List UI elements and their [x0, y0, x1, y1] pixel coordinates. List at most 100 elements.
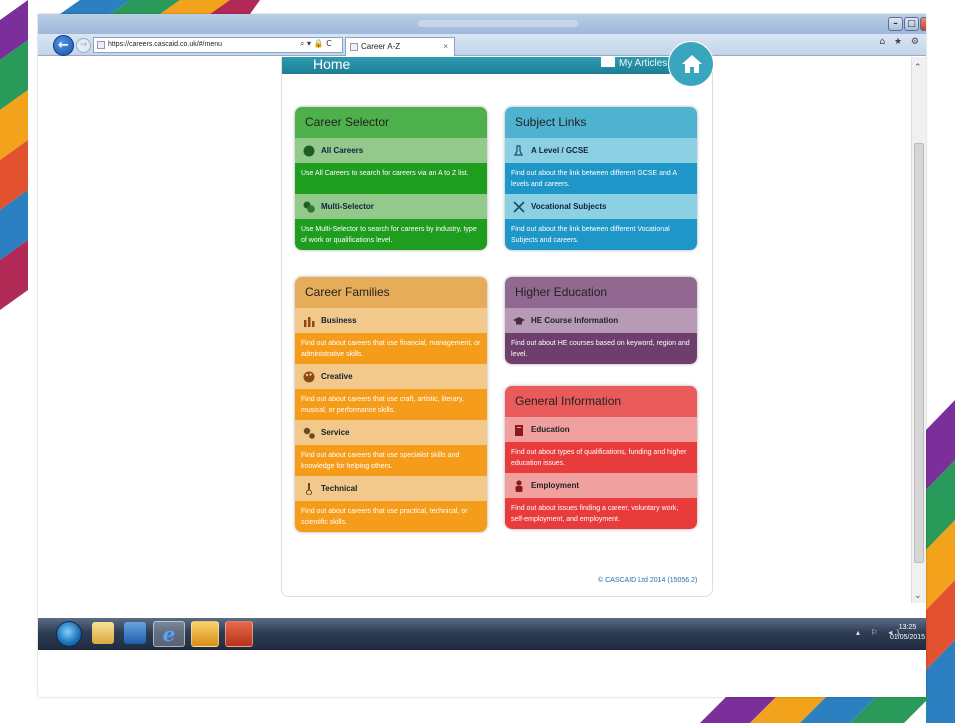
menu-item-employment[interactable]: Employment: [505, 473, 697, 498]
media-player-icon[interactable]: [124, 622, 146, 644]
url-tools-icons[interactable]: ⌕ ▾ 🔒 C: [300, 37, 332, 51]
menu-item-label: Technical: [321, 484, 358, 493]
taskbar-clock[interactable]: 13:25 01/05/2015: [890, 623, 925, 643]
menu-item-description: Find out about careers that use practica…: [295, 501, 487, 532]
page-scrollbar[interactable]: ⌃ ⌄: [911, 57, 926, 603]
menu-item-label: Service: [321, 428, 350, 437]
card-career-selector: Career Selector All Careers Use All Career…: [295, 107, 487, 250]
internet-explorer-icon[interactable]: e: [153, 621, 185, 647]
right-stripe-decoration: [926, 400, 955, 723]
card-higher-education: Higher Education HE Course Information Fin…: [505, 277, 697, 364]
tab-close-icon[interactable]: ×: [443, 38, 448, 55]
outlook-icon[interactable]: [191, 621, 219, 647]
menu-item-he-course-information[interactable]: HE Course Information: [505, 308, 697, 333]
clock-time: 13:25: [898, 624, 917, 631]
menu-item-description: Find out about types of qualifications, …: [505, 442, 697, 473]
menu-item-label: Employment: [531, 481, 580, 490]
clock-date: 01/05/2015: [890, 634, 926, 641]
window-title-blur: [418, 20, 578, 27]
web-page: Home My Articles Career Selector All Care…: [38, 41, 926, 603]
minimize-button[interactable]: –: [888, 17, 903, 31]
menu-item-label: Education: [531, 425, 570, 434]
card-title: Career Selector: [295, 107, 487, 138]
browser-toolbar-icons[interactable]: ⌂ ★ ⚙: [879, 37, 922, 47]
tab-title: Career A-Z: [361, 42, 401, 51]
menu-item-label: HE Course Information: [531, 316, 619, 325]
menu-item-description: Find out about the link between differen…: [505, 219, 697, 250]
windows-taskbar: e ▴ ⚐ ◂) 13:25 01/05/2015: [38, 618, 926, 650]
maximize-button[interactable]: □: [904, 17, 919, 31]
top-stripe-decoration: [60, 0, 260, 14]
home-bar: Home My Articles: [282, 57, 712, 74]
menu-item-description: Use All Careers to search for careers vi…: [295, 163, 487, 194]
menu-item-label: Business: [321, 316, 357, 325]
menu-item-multi-selector[interactable]: Multi-Selector: [295, 194, 487, 219]
my-articles-link[interactable]: My Articles: [601, 57, 667, 69]
articles-icon: [601, 57, 615, 67]
tab-favicon-icon: [350, 43, 358, 51]
person-icon: [515, 479, 523, 492]
bar-chart-icon: [304, 316, 315, 327]
flask-icon: [306, 482, 312, 495]
window-titlebar: – □ x: [38, 14, 926, 34]
home-link[interactable]: Home: [313, 57, 350, 72]
menu-item-description: Find out about issues finding a career, …: [505, 498, 697, 529]
microscope-icon: [514, 144, 523, 156]
close-window-button[interactable]: x: [920, 17, 926, 31]
menu-item-description: Find out about careers that use financia…: [295, 333, 487, 364]
card-title: General Information: [505, 386, 697, 417]
home-button[interactable]: [668, 41, 714, 87]
slide-blank-area: [38, 650, 926, 697]
card-title: Subject Links: [505, 107, 697, 138]
menu-item-education[interactable]: Education: [505, 417, 697, 442]
site-favicon-icon: [97, 41, 105, 49]
scroll-down-icon[interactable]: ⌄: [914, 591, 922, 601]
menu-item-all-careers[interactable]: All Careers: [295, 138, 487, 163]
menu-item-label: Vocational Subjects: [531, 202, 607, 211]
gears-icon: [303, 427, 315, 439]
menu-item-description: Use Multi-Selector to search for careers…: [295, 219, 487, 250]
menu-item-description: Find out about careers that use speciali…: [295, 445, 487, 476]
globe-icon: [303, 145, 315, 156]
menu-item-label: All Careers: [321, 146, 364, 155]
menu-item-creative[interactable]: Creative: [295, 364, 487, 389]
scroll-up-icon[interactable]: ⌃: [914, 63, 922, 73]
menu-item-description: Find out about the link between differen…: [505, 163, 697, 194]
menu-item-description: Find out about HE courses based on keywo…: [505, 333, 697, 364]
palette-icon: [303, 371, 315, 382]
start-button[interactable]: [56, 621, 82, 647]
card-title: Career Families: [295, 277, 487, 308]
copyright-footer: © CASCAID Ltd 2014 (15056.2): [598, 577, 698, 584]
multi-globe-icon: [303, 201, 315, 213]
browser-tab[interactable]: Career A-Z ×: [345, 37, 455, 56]
tools-icon: [513, 200, 525, 213]
back-button[interactable]: ←: [53, 35, 74, 56]
menu-item-label: Creative: [321, 372, 353, 381]
card-general-information: General Information Education Find out abo…: [505, 386, 697, 529]
card-career-families: Career Families Business Find out about ca…: [295, 277, 487, 532]
menu-item-service[interactable]: Service: [295, 420, 487, 445]
powerpoint-icon[interactable]: [225, 621, 253, 647]
card-title: Higher Education: [505, 277, 697, 308]
url-text: https://careers.cascaid.co.uk/#/menu: [108, 41, 222, 48]
home-icon: [682, 55, 702, 73]
scroll-thumb[interactable]: [914, 143, 924, 563]
slide-background: – □ x ← → https://careers.cascaid.co.uk/…: [0, 0, 955, 723]
graduation-cap-icon: [513, 316, 525, 324]
address-bar-row: ← → https://careers.cascaid.co.uk/#/menu…: [38, 34, 926, 56]
menu-item-technical[interactable]: Technical: [295, 476, 487, 501]
menu-container: Home My Articles Career Selector All Care…: [281, 41, 714, 597]
menu-item-label: Multi-Selector: [321, 202, 374, 211]
menu-item-vocational-subjects[interactable]: Vocational Subjects: [505, 194, 697, 219]
screenshot-frame: – □ x ← → https://careers.cascaid.co.uk/…: [38, 14, 926, 697]
book-icon: [515, 424, 523, 436]
forward-button[interactable]: →: [76, 38, 91, 53]
menu-item-business[interactable]: Business: [295, 308, 487, 333]
card-subject-links: Subject Links A Level / GCSE Find out abou…: [505, 107, 697, 250]
my-articles-label: My Articles: [619, 58, 668, 69]
bottom-stripe-decoration: [700, 697, 930, 723]
menu-item-label: A Level / GCSE: [531, 146, 589, 155]
file-explorer-icon[interactable]: [92, 622, 114, 644]
menu-item-a-level-gcse[interactable]: A Level / GCSE: [505, 138, 697, 163]
menu-item-description: Find out about careers that use craft, a…: [295, 389, 487, 420]
